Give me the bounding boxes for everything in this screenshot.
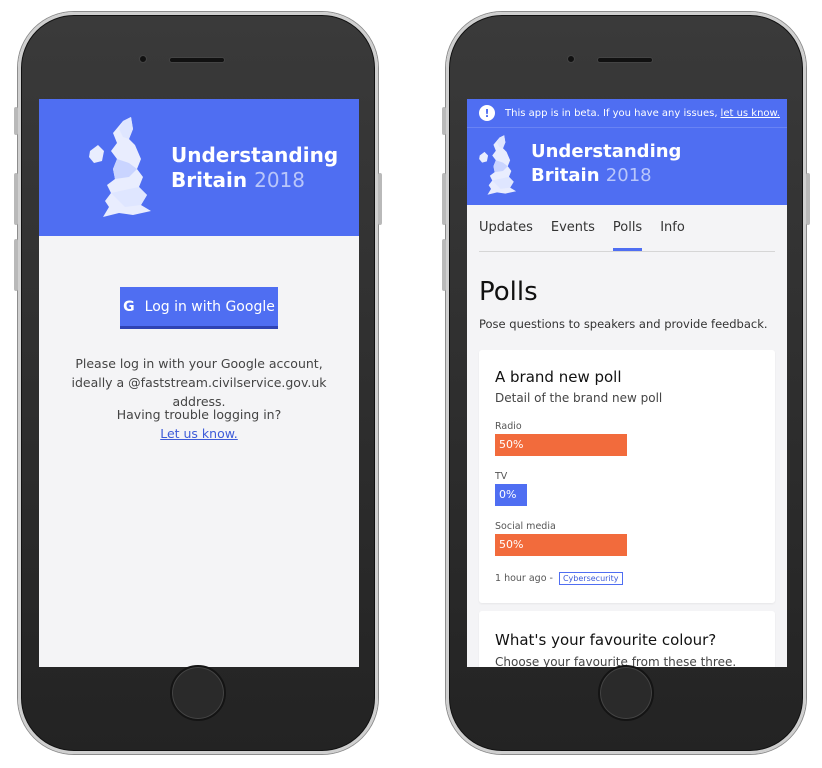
earpiece-speaker	[169, 57, 225, 63]
front-camera	[567, 55, 575, 63]
login-screen: Understanding Britain 2018 G Log in with…	[39, 99, 359, 667]
app-header: Understanding Britain 2018	[39, 99, 359, 236]
poll-card[interactable]: What's your favourite colour? Choose you…	[479, 611, 775, 667]
poll-option-bar[interactable]: 50%	[495, 534, 759, 556]
polls-screen: ! This app is in beta. If you have any i…	[467, 99, 787, 667]
app-title-line2: Britain 2018	[531, 164, 681, 188]
app-title-word: Britain	[171, 168, 248, 192]
app-title: Understanding Britain 2018	[171, 143, 338, 193]
poll-timestamp: 1 hour ago -	[495, 573, 553, 584]
app-title: Understanding Britain 2018	[531, 140, 681, 188]
poll-option-label: Social media	[495, 521, 556, 532]
app-title-word: Britain	[531, 165, 600, 186]
app-title-year: 2018	[605, 165, 652, 186]
uk-map-icon	[89, 117, 151, 217]
tab-polls[interactable]: Polls	[612, 220, 643, 251]
poll-option-bar[interactable]: 0%	[495, 484, 759, 506]
app-title-year: 2018	[254, 168, 305, 192]
power-button	[806, 173, 810, 225]
poll-option-label: Radio	[495, 421, 522, 432]
tab-events[interactable]: Events	[551, 220, 595, 251]
app-title-line1: Understanding	[171, 143, 339, 167]
mute-switch	[14, 107, 18, 135]
tab-info[interactable]: Info	[660, 220, 685, 251]
poll-option-bar[interactable]: 50%	[495, 434, 759, 456]
mute-switch	[442, 107, 446, 135]
topic-tag[interactable]: Cybersecurity	[558, 572, 623, 585]
google-g-icon: G	[123, 298, 135, 315]
power-button	[378, 173, 382, 225]
contact-link[interactable]: Let us know.	[57, 424, 341, 443]
info-icon: !	[479, 105, 495, 121]
poll-title: A brand new poll	[495, 368, 622, 386]
tab-updates[interactable]: Updates	[479, 220, 533, 251]
beta-banner: ! This app is in beta. If you have any i…	[467, 99, 787, 127]
app-title-line1: Understanding	[531, 141, 682, 162]
left-phone: Understanding Britain 2018 G Log in with…	[14, 12, 382, 754]
poll-meta: 1 hour ago - Cybersecurity	[495, 572, 623, 585]
app-header: Understanding Britain 2018	[467, 127, 787, 205]
volume-up-button	[442, 173, 446, 225]
volume-down-button	[14, 239, 18, 291]
login-instructions: Please log in with your Google account, …	[71, 356, 327, 409]
home-button	[598, 665, 654, 721]
beta-text: This app is in beta. If you have any iss…	[505, 107, 718, 119]
poll-option-label: TV	[495, 471, 508, 482]
trouble-text: Having trouble logging in?	[116, 407, 282, 422]
home-button	[170, 665, 226, 721]
volume-down-button	[442, 239, 446, 291]
poll-card[interactable]: A brand new poll Detail of the brand new…	[479, 350, 775, 603]
poll-title: What's your favourite colour?	[495, 631, 717, 649]
nav-tabs: Updates Events Polls Info	[479, 205, 775, 252]
trouble-section: Having trouble logging in? Let us know.	[57, 405, 341, 443]
poll-option-fill: 0%	[495, 484, 527, 506]
uk-map-icon	[479, 135, 517, 195]
google-login-button[interactable]: G Log in with Google	[120, 287, 278, 329]
earpiece-speaker	[597, 57, 653, 63]
beta-feedback-link[interactable]: let us know.	[721, 108, 780, 119]
right-phone: ! This app is in beta. If you have any i…	[442, 12, 810, 754]
page-title: Polls	[479, 277, 538, 307]
poll-detail: Detail of the brand new poll	[495, 391, 663, 405]
front-camera	[139, 55, 147, 63]
app-title-line2: Britain 2018	[171, 168, 338, 193]
page-subtitle: Pose questions to speakers and provide f…	[479, 317, 768, 331]
poll-detail: Choose your favourite from these three.	[495, 655, 737, 667]
poll-option-fill: 50%	[495, 434, 627, 456]
google-login-label: Log in with Google	[144, 298, 275, 315]
poll-option-fill: 50%	[495, 534, 627, 556]
volume-up-button	[14, 173, 18, 225]
